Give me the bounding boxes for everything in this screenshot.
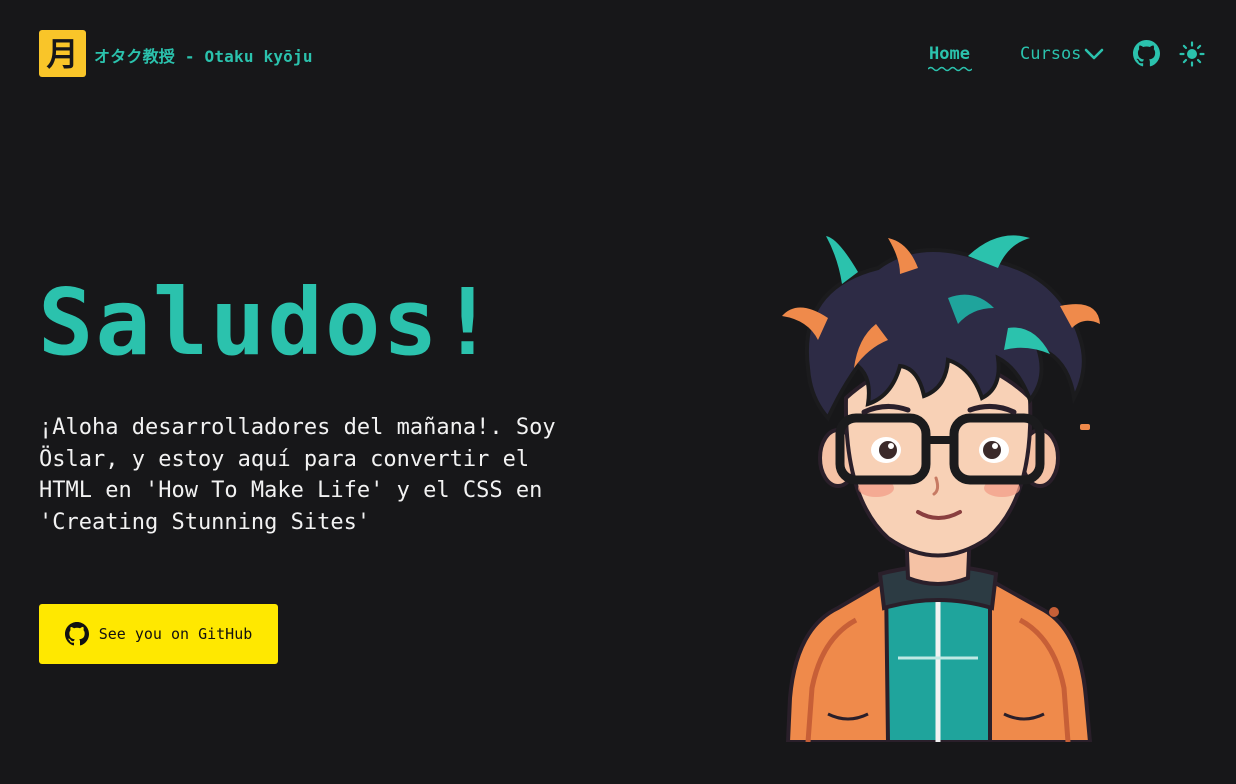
page: 月 オタク教授 - Otaku kyōju Home Cursos Saludo… — [0, 0, 1236, 784]
nav-cursos-dropdown[interactable]: Cursos — [1020, 44, 1104, 64]
github-icon[interactable] — [1133, 40, 1160, 67]
hero-text: ¡Aloha desarrolladores del mañana!. Soy … — [39, 415, 556, 536]
hero-title: Saludos! — [38, 269, 498, 376]
github-cta-button[interactable]: See you on GitHub — [39, 604, 278, 664]
site-title[interactable]: オタク教授 - Otaku kyōju — [94, 43, 313, 67]
nav-cursos-label: Cursos — [1020, 44, 1082, 64]
sun-icon[interactable] — [1179, 41, 1205, 67]
nav-home-link[interactable]: Home — [929, 44, 970, 64]
github-cta-label: See you on GitHub — [98, 625, 253, 643]
logo[interactable]: 月 — [39, 30, 86, 77]
github-icon — [64, 622, 89, 646]
nav-active-indicator — [928, 66, 972, 72]
logo-glyph: 月 — [46, 34, 79, 73]
chevron-down-icon — [1085, 48, 1104, 60]
avatar-illustration — [782, 235, 1100, 742]
